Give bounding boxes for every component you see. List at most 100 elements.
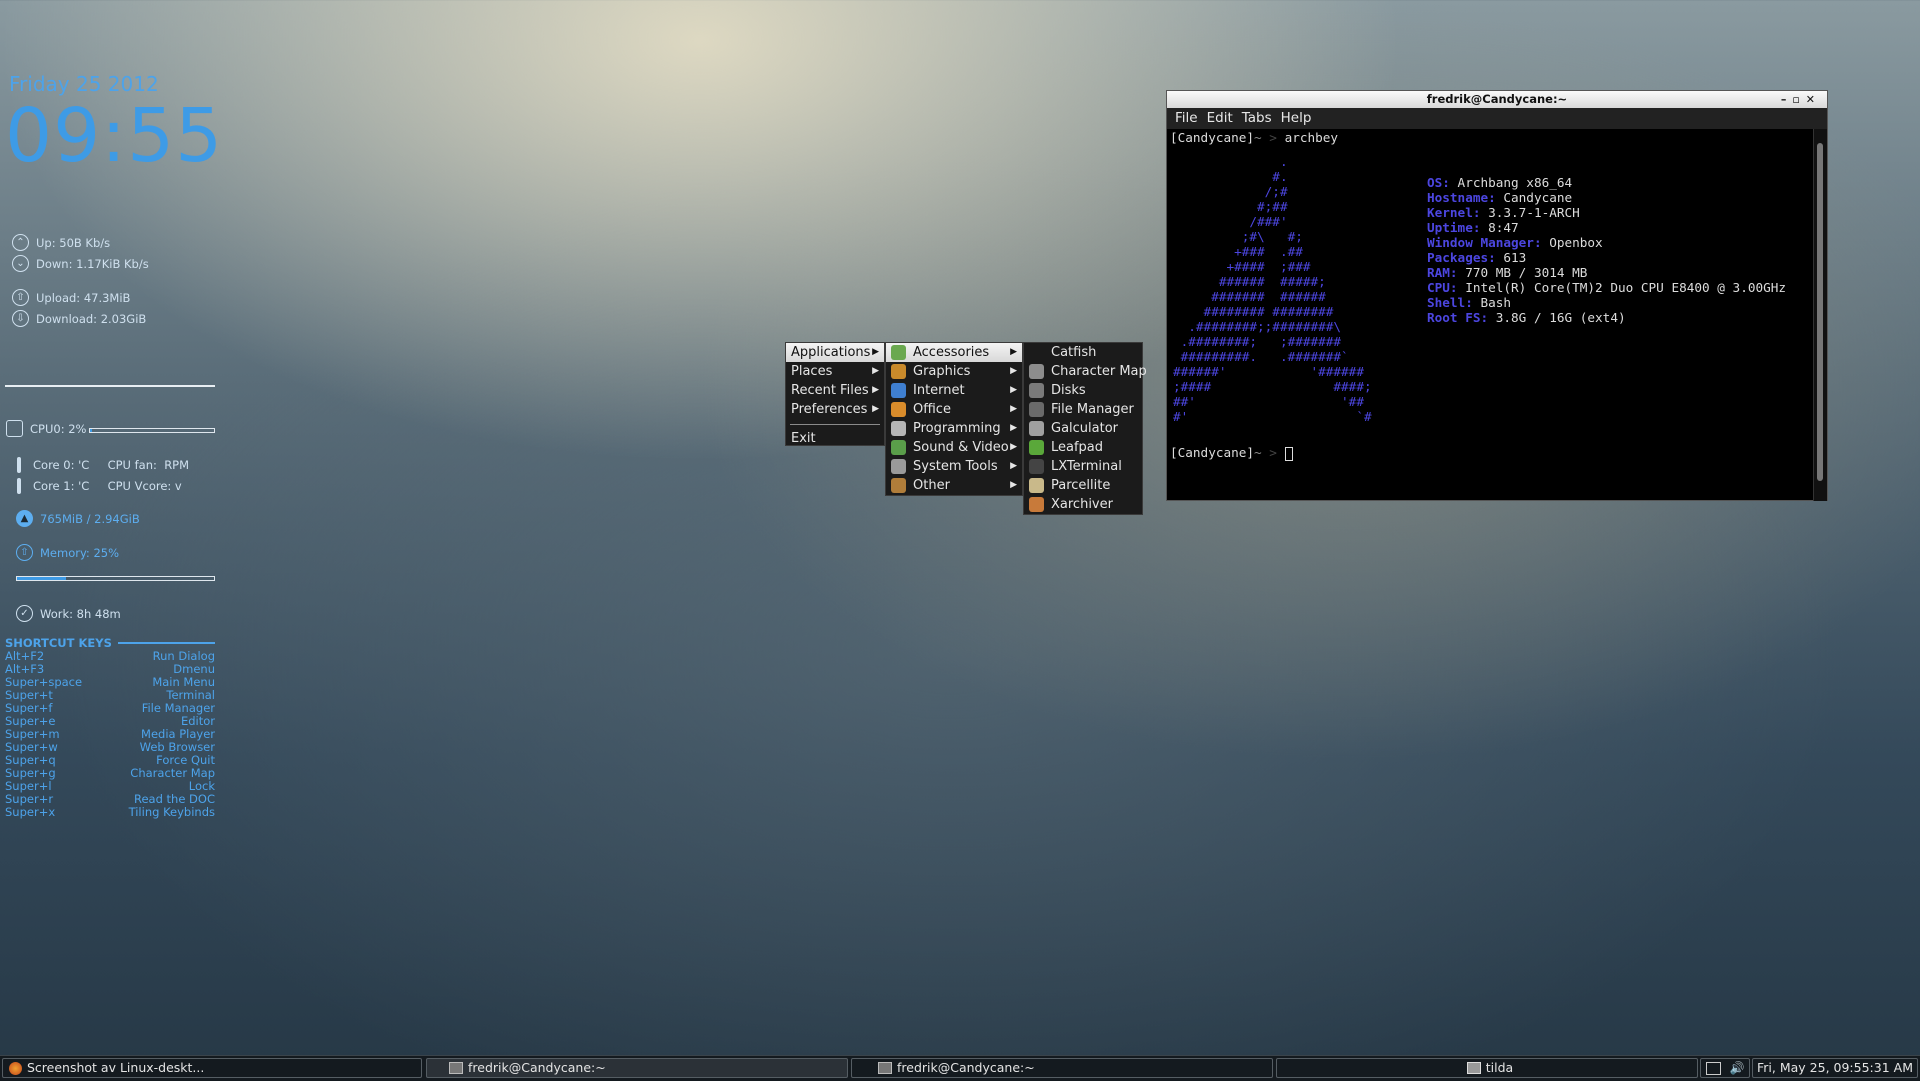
clock-text: Fri, May 25, 09:55:31 AM bbox=[1757, 1060, 1913, 1075]
menu-item-label: Places bbox=[791, 364, 833, 379]
menu-item-file-manager[interactable]: File Manager bbox=[1024, 400, 1142, 419]
menu-item-programming[interactable]: Programming ▶ bbox=[886, 419, 1022, 438]
terminal-output[interactable]: [Candycane]~ > archbey . #. /;# #;## /##… bbox=[1167, 129, 1815, 499]
system-tools-icon bbox=[891, 459, 906, 474]
sysinfo-line: RAM: 770 MB / 3014 MB bbox=[1427, 265, 1786, 280]
menu-item-preferences[interactable]: Preferences ▶ bbox=[786, 400, 884, 419]
sysinfo-value: 3.8G / 16G (ext4) bbox=[1488, 310, 1626, 325]
menu-item-sound-video[interactable]: Sound & Video ▶ bbox=[886, 438, 1022, 457]
submenu-arrow-icon: ▶ bbox=[1010, 404, 1017, 414]
prompt-host: [Candycane] bbox=[1170, 445, 1255, 460]
menu-item-other[interactable]: Other ▶ bbox=[886, 476, 1022, 495]
task-button-0[interactable]: Screenshot av Linux-deskt... bbox=[2, 1058, 422, 1078]
shortcut-action: Tiling Keybinds bbox=[128, 805, 215, 819]
root-menu: Applications ▶ Places ▶ Recent Files ▶ Prefere… bbox=[785, 342, 885, 446]
menu-item-lxterminal[interactable]: LXTerminal bbox=[1024, 457, 1142, 476]
sysinfo-value: 613 bbox=[1495, 250, 1527, 265]
terminal-menu-tabs[interactable]: Tabs bbox=[1242, 110, 1272, 126]
task-button-1[interactable]: fredrik@Candycane:~ bbox=[426, 1058, 848, 1078]
menu-item-office[interactable]: Office ▶ bbox=[886, 400, 1022, 419]
minimize-icon[interactable]: – bbox=[1781, 93, 1793, 106]
work-text: Work: 8h 48m bbox=[40, 606, 121, 621]
submenu-arrow-icon: ▶ bbox=[1010, 385, 1017, 395]
menu-item-parcellite[interactable]: Parcellite bbox=[1024, 476, 1142, 495]
terminal-titlebar[interactable]: fredrik@Candycane:~ –▫✕ bbox=[1167, 91, 1827, 108]
xarchiver-icon bbox=[1029, 497, 1044, 512]
divider bbox=[5, 385, 215, 387]
shortcut-key: Super+x bbox=[5, 805, 56, 819]
terminal-menu-file[interactable]: File bbox=[1175, 110, 1198, 126]
sysinfo-line: Hostname: Candycane bbox=[1427, 190, 1786, 205]
terminal-menu-help[interactable]: Help bbox=[1281, 110, 1312, 126]
menu-item-internet[interactable]: Internet ▶ bbox=[886, 381, 1022, 400]
work-row: ✓ Work: 8h 48m bbox=[16, 605, 121, 622]
cpu-bar-fill bbox=[90, 429, 93, 432]
sysinfo-key: Uptime: bbox=[1427, 220, 1481, 235]
task-button-3[interactable]: tilda bbox=[1276, 1058, 1698, 1078]
sysinfo-key: Shell: bbox=[1427, 295, 1473, 310]
menu-item-label: System Tools bbox=[913, 459, 998, 474]
command-text: archbey bbox=[1284, 130, 1339, 145]
menu-item-places[interactable]: Places ▶ bbox=[786, 362, 884, 381]
menu-item-recent-files[interactable]: Recent Files ▶ bbox=[786, 381, 884, 400]
cursor bbox=[1284, 446, 1293, 461]
disks-icon bbox=[1029, 383, 1044, 398]
menu-item-accessories[interactable]: Accessories ▶ bbox=[886, 343, 1022, 362]
menu-item-galculator[interactable]: Galculator bbox=[1024, 419, 1142, 438]
menu-item-label: Parcellite bbox=[1051, 478, 1111, 493]
net-up-text: Up: 50B Kb/s bbox=[36, 235, 111, 250]
sysinfo-key: CPU: bbox=[1427, 280, 1458, 295]
menu-item-leafpad[interactable]: Leafpad bbox=[1024, 438, 1142, 457]
menu-item-label: Exit bbox=[791, 431, 816, 446]
terminal-menu-edit[interactable]: Edit bbox=[1207, 110, 1233, 126]
eject-icon: ▲ bbox=[16, 510, 33, 527]
blank-icon bbox=[1029, 345, 1044, 360]
scrollbar-thumb[interactable] bbox=[1817, 143, 1823, 481]
menu-item-label: Office bbox=[913, 402, 951, 417]
prompt-line-1: [Candycane]~ > archbey bbox=[1170, 130, 1339, 145]
terminal-window[interactable]: fredrik@Candycane:~ –▫✕ File Edit Tabs Help… bbox=[1166, 90, 1828, 501]
menu-item-xarchiver[interactable]: Xarchiver bbox=[1024, 495, 1142, 514]
menu-item-applications[interactable]: Applications ▶ bbox=[786, 343, 884, 362]
download-arrow-icon: ⌄ bbox=[12, 255, 29, 272]
maximize-icon[interactable]: ▫ bbox=[1792, 93, 1805, 106]
archlinux-ascii-logo: . #. /;# #;## /###' ;#\ #; +### .## +###… bbox=[1173, 154, 1372, 424]
memory-icon: ⇧ bbox=[16, 544, 33, 561]
menu-item-system-tools[interactable]: System Tools ▶ bbox=[886, 457, 1022, 476]
sysinfo-value: Intel(R) Core(TM)2 Duo CPU E8400 @ 3.00G… bbox=[1457, 280, 1787, 295]
menu-item-character-map[interactable]: Character Map bbox=[1024, 362, 1147, 381]
prompt-dir: ~ bbox=[1254, 445, 1262, 460]
menu-item-catfish[interactable]: Catfish bbox=[1024, 343, 1142, 362]
menu-item-label: Recent Files bbox=[791, 383, 869, 398]
terminal-scrollbar[interactable] bbox=[1813, 129, 1827, 501]
shortcut-list: Alt+F2 Run Dialog Alt+F3 Dmenu Super+space Ma… bbox=[5, 650, 215, 819]
menu-item-graphics[interactable]: Graphics ▶ bbox=[886, 362, 1022, 381]
menu-item-label: Disks bbox=[1051, 383, 1086, 398]
office-icon bbox=[891, 402, 906, 417]
mem-used-row: ▲ 765MiB / 2.94GiB bbox=[16, 510, 140, 527]
sysinfo-key: RAM: bbox=[1427, 265, 1458, 280]
sysinfo-value: Archbang x86_64 bbox=[1449, 175, 1573, 190]
menu-item-label: Internet bbox=[913, 383, 965, 398]
sysinfo-value: 3.3.7-1-ARCH bbox=[1480, 205, 1580, 220]
sysinfo-key: Kernel: bbox=[1427, 205, 1481, 220]
terminal-title: fredrik@Candycane:~ bbox=[1426, 92, 1568, 106]
taskbar-clock[interactable]: Fri, May 25, 09:55:31 AM bbox=[1752, 1058, 1918, 1078]
menu-item-label: Graphics bbox=[913, 364, 971, 379]
volume-icon[interactable]: 🔊 bbox=[1730, 1059, 1745, 1077]
memory-text: Memory: 25% bbox=[40, 545, 120, 560]
sysinfo-key: OS: bbox=[1427, 175, 1450, 190]
sysinfo-key: Window Manager: bbox=[1427, 235, 1542, 250]
network-icon[interactable] bbox=[1705, 1061, 1721, 1075]
menu-item-label: Xarchiver bbox=[1051, 497, 1113, 512]
close-icon[interactable]: ✕ bbox=[1806, 93, 1821, 106]
menu-item-disks[interactable]: Disks bbox=[1024, 381, 1142, 400]
task-label: tilda bbox=[1485, 1060, 1514, 1075]
sysinfo-line: Root FS: 3.8G / 16G (ext4) bbox=[1427, 310, 1786, 325]
task-button-2[interactable]: fredrik@Candycane:~ bbox=[851, 1058, 1273, 1078]
download-total-text: Download: 2.03GiB bbox=[36, 311, 147, 326]
menu-item-exit[interactable]: Exit bbox=[786, 429, 884, 448]
sysinfo-key: Hostname: bbox=[1427, 190, 1496, 205]
character-map-icon bbox=[1029, 364, 1044, 379]
sysinfo-line: CPU: Intel(R) Core(TM)2 Duo CPU E8400 @ … bbox=[1427, 280, 1786, 295]
